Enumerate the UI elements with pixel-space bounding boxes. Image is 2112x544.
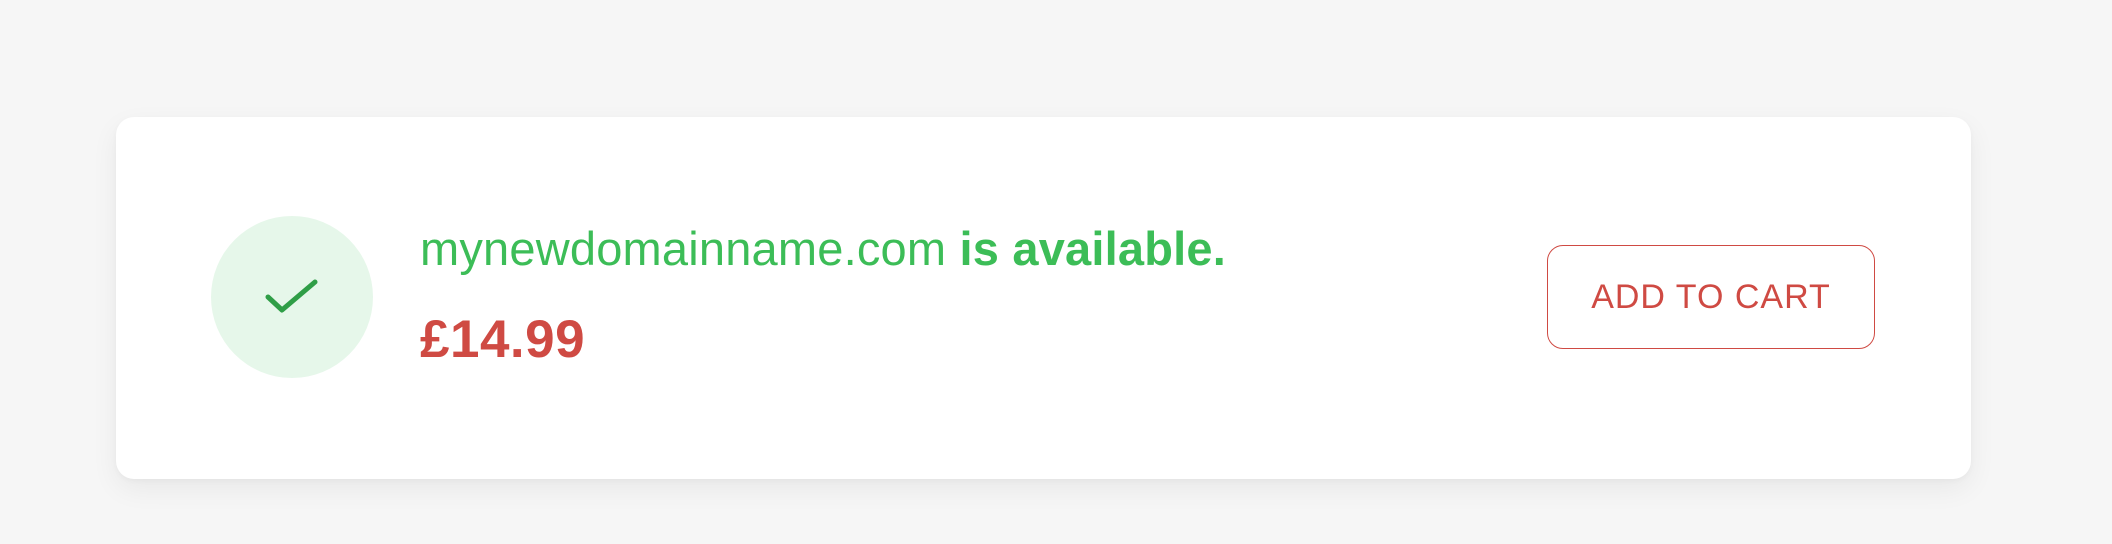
domain-result-card: mynewdomainname.com is available. £14.99… [116,117,1971,479]
available-status-badge [211,216,373,378]
availability-headline: mynewdomainname.com is available. [420,219,1226,279]
domain-info: mynewdomainname.com is available. £14.99 [420,219,1226,371]
domain-price: £14.99 [420,310,586,369]
domain-name: mynewdomainname.com [420,222,947,275]
checkmark-icon [265,279,318,313]
add-to-cart-button[interactable]: ADD TO CART [1547,245,1875,349]
availability-status-text: is available. [959,222,1227,275]
